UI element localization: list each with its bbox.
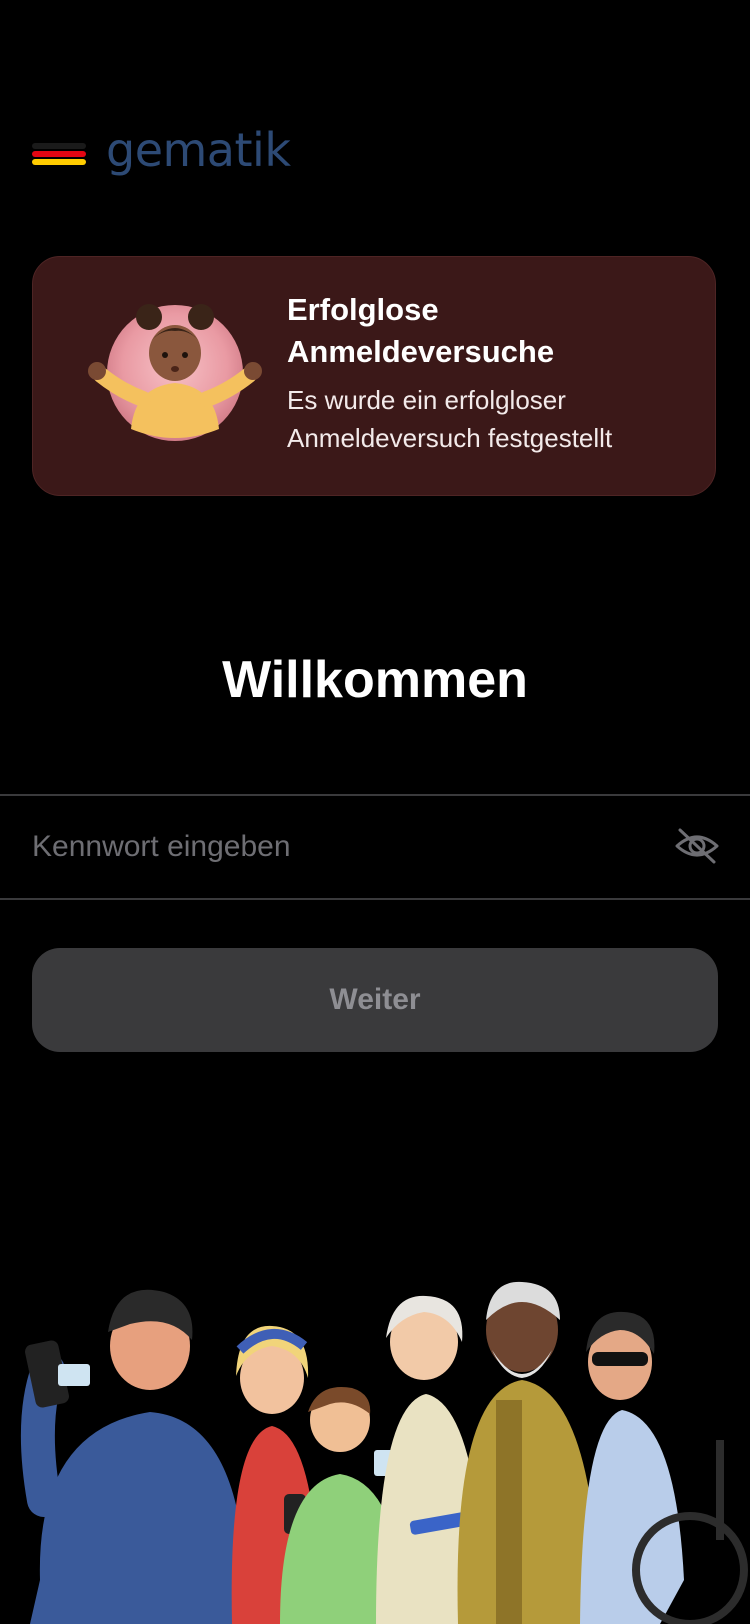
password-field-row xyxy=(0,794,750,900)
alert-body: Es wurde ein erfolgloser Anmeldeversuch … xyxy=(287,385,613,453)
failed-login-alert: Erfolglose Anmeldeversuche Es wurde ein … xyxy=(32,256,716,496)
welcome-title: Willkommen xyxy=(222,651,528,709)
group-of-people-illustration xyxy=(20,1281,748,1624)
flag-stripes xyxy=(32,143,86,165)
gematik-logo: gematik xyxy=(32,120,291,180)
eye-slash-icon[interactable] xyxy=(674,826,720,866)
alert-text-group: Erfolglose Anmeldeversuche Es wurde ein … xyxy=(287,289,697,457)
continue-button[interactable]: Weiter xyxy=(32,948,718,1052)
password-input[interactable] xyxy=(32,816,632,878)
shrugging-girl-illustration xyxy=(88,304,262,441)
logo-wordmark: gematik xyxy=(106,123,291,177)
alert-title: Erfolglose Anmeldeversuche xyxy=(287,292,555,369)
